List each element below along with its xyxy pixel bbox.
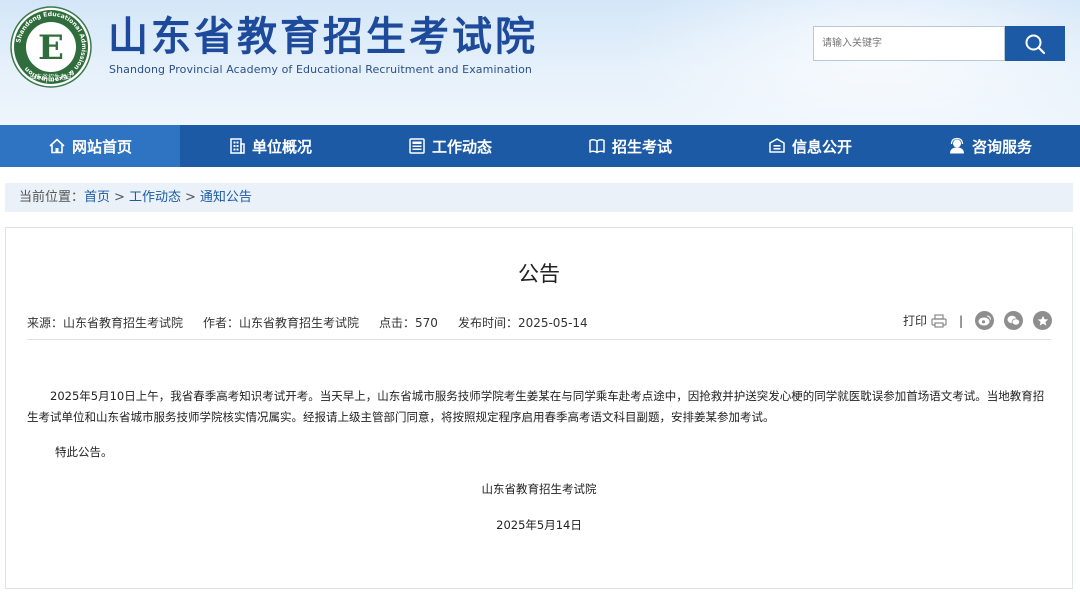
breadcrumb-separator: > — [114, 190, 125, 205]
breadcrumb-link-news[interactable]: 工作动态 — [129, 190, 181, 205]
share-wechat-button[interactable] — [1004, 311, 1023, 330]
article-signature: 山东省教育招生考试院 — [481, 482, 597, 496]
nav-item-label: 招生考试 — [611, 137, 672, 156]
article-paragraph: 2025年5月10日上午，我省春季高考知识考试开考。当天早上，山东省城市服务技师… — [27, 389, 1045, 424]
star-icon — [1037, 315, 1048, 326]
nav-item-service[interactable]: 咨询服务 — [900, 125, 1080, 167]
article-meta: 来源：山东省教育招生考试院 作者：山东省教育招生考试院 点击：570 发布时间：… — [27, 314, 588, 331]
search-input[interactable] — [813, 26, 1005, 61]
article-panel: 公告 来源：山东省教育招生考试院 作者：山东省教育招生考试院 点击：570 发布… — [5, 227, 1073, 589]
printer-icon — [931, 313, 947, 328]
site-title: 山东省教育招生考试院 — [108, 13, 538, 60]
article-tools: 打印 | — [903, 311, 1052, 330]
logo-letter: E — [38, 28, 64, 68]
share-weibo-button[interactable] — [975, 311, 994, 330]
article-closing: 特此公告。 — [55, 445, 113, 459]
article-title: 公告 — [518, 262, 560, 286]
nav-item-home[interactable]: 网站首页 — [0, 125, 180, 167]
breadcrumb: 当前位置：首页 > 工作动态 > 通知公告 — [5, 183, 1073, 212]
breadcrumb-prefix: 当前位置： — [19, 190, 85, 205]
breadcrumb-separator: > — [184, 190, 196, 205]
site-subtitle: Shandong Provincial Academy of Education… — [109, 63, 533, 76]
favorite-button[interactable] — [1033, 311, 1052, 330]
news-icon — [409, 138, 425, 154]
article-body: 2025年5月10日上午，我省春季高考知识考试开考。当天早上，山东省城市服务技师… — [27, 386, 1053, 428]
nav-item-info[interactable]: 信息公开 — [720, 125, 900, 167]
main-nav: 网站首页 单位概况 工作动态 招生考试 信息公开 咨询服务 — [0, 125, 1080, 167]
nav-item-news[interactable]: 工作动态 — [360, 125, 540, 167]
nav-item-label: 咨询服务 — [971, 137, 1032, 156]
meta-divider — [27, 339, 1051, 340]
site-logo[interactable]: Shandong Educational Admission & Examina… — [10, 6, 92, 88]
breadcrumb-link-home[interactable]: 首页 — [84, 190, 110, 205]
meta-source: 来源：山东省教育招生考试院 — [27, 316, 184, 330]
breadcrumb-link-notices[interactable]: 通知公告 — [200, 190, 252, 205]
nav-item-label: 网站首页 — [71, 137, 132, 156]
search-icon — [1025, 34, 1046, 54]
meta-clicks: 点击：570 — [379, 316, 438, 330]
nav-item-exams[interactable]: 招生考试 — [540, 125, 720, 167]
search-button[interactable] — [1005, 26, 1065, 61]
wechat-icon — [1007, 315, 1020, 326]
meta-author: 作者：山东省教育招生考试院 — [203, 316, 360, 330]
site-header: Shandong Educational Admission & Examina… — [0, 0, 1080, 125]
nav-item-label: 信息公开 — [791, 137, 852, 156]
nav-item-label: 单位概况 — [251, 137, 312, 156]
print-label: 打印 — [902, 314, 927, 328]
building-icon — [230, 138, 245, 154]
article-sign-date: 2025年5月14日 — [496, 518, 582, 532]
book-icon — [589, 139, 605, 154]
nav-item-label: 工作动态 — [431, 137, 492, 156]
meta-date: 发布时间：2025-05-14 — [457, 316, 588, 330]
info-box-icon — [769, 138, 785, 153]
logo-bottom-text: 山东省招生考试 — [30, 73, 72, 81]
home-icon — [49, 138, 65, 154]
tools-separator: | — [958, 313, 963, 328]
print-button[interactable]: 打印 — [903, 312, 947, 329]
weibo-icon — [978, 315, 991, 326]
header-glow — [620, 0, 1080, 125]
nav-item-about[interactable]: 单位概况 — [180, 125, 360, 167]
service-icon — [949, 137, 964, 154]
